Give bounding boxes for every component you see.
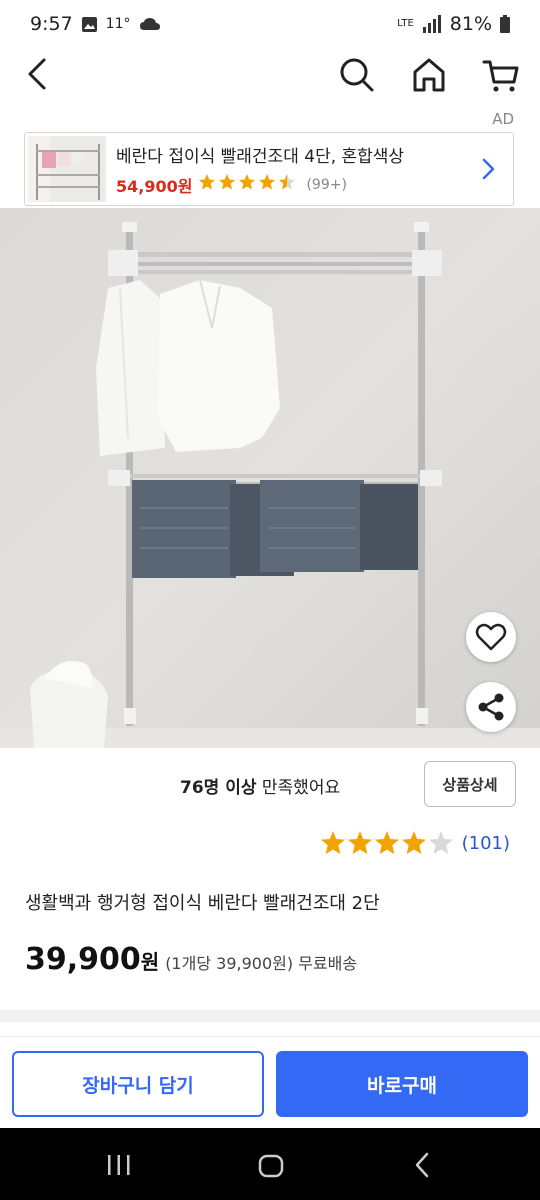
ad-price-row: 54,900원 (99+) xyxy=(116,173,473,197)
ad-review-count: (99+) xyxy=(306,176,347,193)
satisfaction-label: 만족했어요 xyxy=(256,778,341,798)
share-icon xyxy=(478,693,504,721)
price-row: 39,900 원 (1개당 39,900원) 무료배송 xyxy=(25,942,357,977)
ad-banner[interactable]: 베란다 접이식 빨래건조대 4단, 혼합색상 54,900원 (99+) xyxy=(24,132,514,206)
product-title: 생활백과 행거형 접이식 베란다 빨래건조대 2단 xyxy=(25,893,380,914)
status-left: 9:57 11° xyxy=(30,13,161,35)
battery-icon xyxy=(500,15,510,33)
ad-label: AD xyxy=(492,110,514,128)
price-detail: (1개당 39,900원) 무료배송 xyxy=(165,954,358,973)
ad-stars-icon xyxy=(199,174,296,190)
system-nav-bar xyxy=(0,1128,540,1200)
cart-button[interactable] xyxy=(480,54,522,96)
weather-cloud-icon xyxy=(139,18,160,30)
system-home-icon xyxy=(258,1154,284,1178)
back-arrow-icon xyxy=(28,58,46,90)
wishlist-button[interactable] xyxy=(466,612,516,662)
add-to-cart-button[interactable]: 장바구니 담기 xyxy=(12,1051,264,1117)
top-nav xyxy=(0,48,540,104)
ad-info: 베란다 접이식 빨래건조대 4단, 혼합색상 54,900원 (99+) xyxy=(106,142,473,197)
heart-icon xyxy=(475,623,507,651)
recent-apps-button[interactable] xyxy=(106,1154,132,1180)
ad-chevron[interactable] xyxy=(473,154,503,184)
satisfaction-count: 76명 이상 xyxy=(180,778,257,798)
price-unit: 원 xyxy=(140,950,160,974)
network-type: LTE xyxy=(397,18,414,29)
signal-icon xyxy=(422,15,441,33)
ad-title: 베란다 접이식 빨래건조대 4단, 혼합색상 xyxy=(116,146,405,167)
chevron-right-icon xyxy=(482,158,495,180)
battery-percent: 81% xyxy=(449,13,492,35)
ad-star-rating xyxy=(198,173,300,196)
product-detail-button[interactable]: 상품상세 xyxy=(424,761,516,807)
search-icon xyxy=(340,58,374,92)
buy-now-button[interactable]: 바로구매 xyxy=(276,1051,528,1117)
satisfaction-text: 76명 이상 만족했어요 xyxy=(180,773,340,798)
cart-icon xyxy=(482,60,519,92)
product-photo xyxy=(0,208,540,748)
system-back-icon xyxy=(415,1152,429,1178)
clock: 9:57 xyxy=(30,13,73,35)
search-button[interactable] xyxy=(336,54,378,96)
review-count-link[interactable]: (101) xyxy=(462,833,510,854)
recent-apps-icon xyxy=(108,1155,130,1175)
home-icon xyxy=(413,58,445,92)
rating-row[interactable]: (101) xyxy=(320,830,510,856)
temperature: 11° xyxy=(105,16,131,32)
status-right: LTE 81% xyxy=(397,13,510,35)
product-stars-icon xyxy=(320,831,453,854)
ad-price: 54,900원 xyxy=(116,176,193,196)
share-button[interactable] xyxy=(466,682,516,732)
bottom-action-bar: 장바구니 담기 바로구매 xyxy=(0,1036,540,1126)
system-back-button[interactable] xyxy=(412,1152,434,1182)
section-divider xyxy=(0,1010,540,1022)
system-home-button[interactable] xyxy=(258,1154,284,1182)
ad-thumbnail-image xyxy=(28,136,106,202)
ad-thumbnail xyxy=(28,136,106,202)
product-image[interactable] xyxy=(0,208,540,748)
status-bar: 9:57 11° LTE 81% xyxy=(0,0,540,48)
home-button[interactable] xyxy=(408,54,450,96)
back-button[interactable] xyxy=(18,54,58,94)
gallery-icon xyxy=(81,16,97,32)
price: 39,900 xyxy=(25,942,141,977)
